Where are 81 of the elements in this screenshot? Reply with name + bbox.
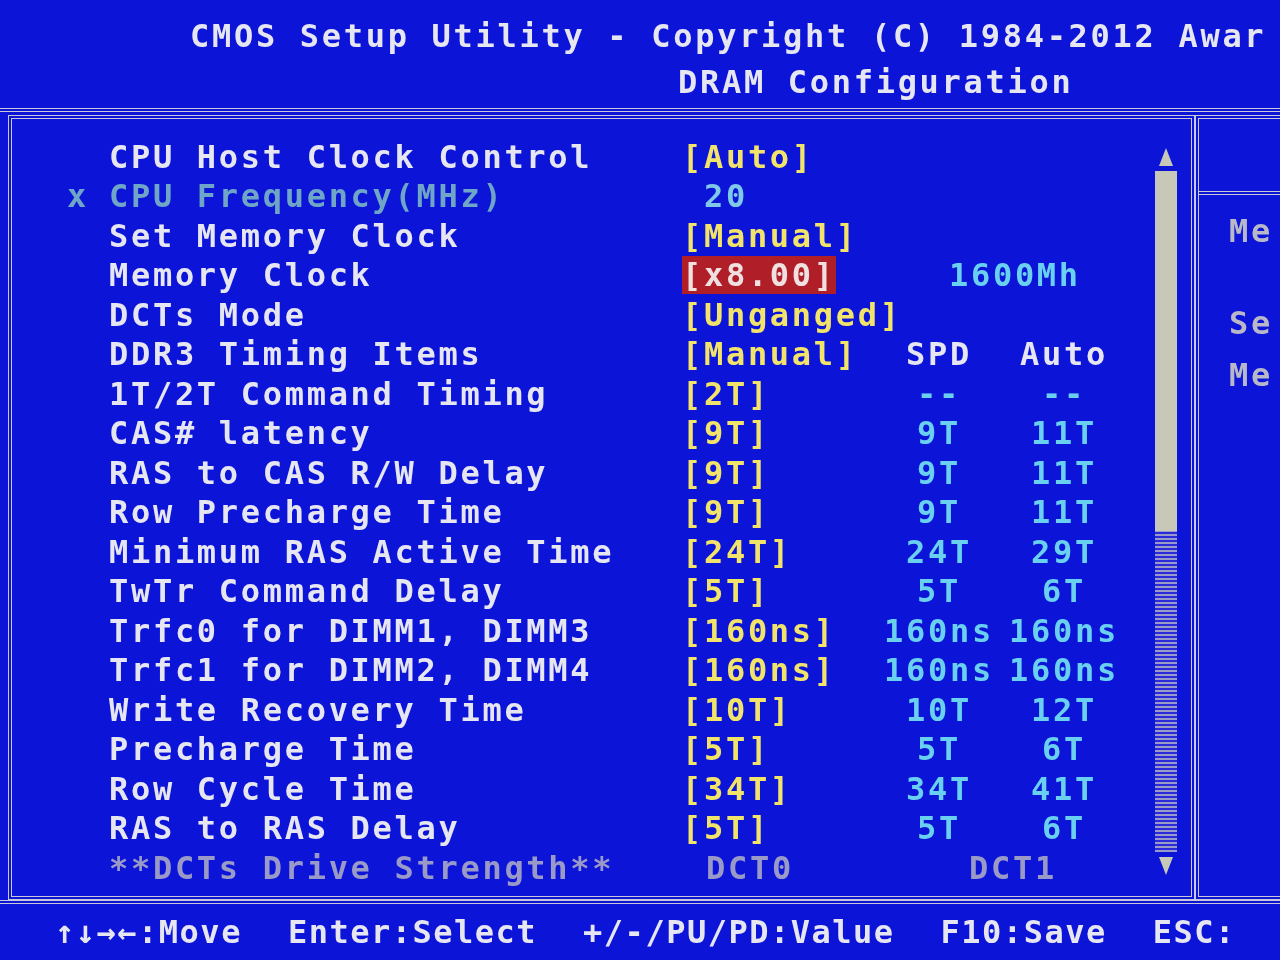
auto-value: 11T	[1031, 453, 1097, 492]
help-text: Me	[1229, 212, 1273, 250]
scrollbar-track[interactable]	[1155, 171, 1177, 852]
spd-value: 160ns	[884, 611, 994, 650]
locked-marker: x	[67, 180, 89, 213]
auto-value: 11T	[1031, 493, 1097, 532]
setting-value[interactable]: [9T]	[682, 453, 770, 492]
setting-value[interactable]: [9T]	[682, 493, 770, 532]
setting-value[interactable]: [5T]	[682, 572, 770, 611]
setting-value[interactable]: [Auto]	[682, 137, 814, 176]
setting-value[interactable]: 20	[704, 177, 748, 216]
setting-label: Memory Clock	[109, 256, 373, 295]
auto-value: 6T	[1042, 572, 1086, 611]
spd-value: 9T	[917, 493, 961, 532]
help-text: Me	[1229, 356, 1273, 394]
setting-value[interactable]: [24T]	[682, 532, 792, 571]
spd-value: 10T	[906, 690, 972, 729]
setting-value[interactable]: [160ns]	[682, 611, 836, 650]
setting-value[interactable]: [x8.00]	[682, 256, 836, 295]
setting-label: RAS to CAS R/W Delay	[109, 453, 549, 492]
setting-value[interactable]: DCT0	[706, 848, 794, 887]
scroll-up-icon[interactable]	[1157, 147, 1175, 167]
setting-label: Trfc1 for DIMM2, DIMM4	[109, 651, 593, 690]
setting-label: Write Recovery Time	[109, 690, 527, 729]
key-hint: ↑↓→←:Move	[55, 916, 242, 948]
spd-value: 9T	[917, 414, 961, 453]
setting-label: CAS# latency	[109, 414, 373, 453]
setting-label: 1T/2T Command Timing	[109, 374, 549, 413]
key-hint: +/-/PU/PD:Value	[583, 916, 895, 948]
auto-value: 29T	[1031, 532, 1097, 571]
setting-label: DDR3 Timing Items	[109, 335, 483, 374]
memory-frequency: 1600Mh	[949, 256, 1081, 295]
scrollbar-thumb[interactable]	[1155, 171, 1177, 531]
key-hint: F10:Save	[940, 916, 1107, 948]
setting-label: **DCTs Drive Strength**	[109, 848, 615, 887]
setting-value[interactable]: [10T]	[682, 690, 792, 729]
setting-value[interactable]: [5T]	[682, 809, 770, 848]
setting-label: Precharge Time	[109, 730, 417, 769]
spd-value: 5T	[917, 730, 961, 769]
setting-label: CPU Host Clock Control	[109, 137, 593, 176]
spd-value: 160ns	[884, 651, 994, 690]
spd-value: SPD	[906, 335, 972, 374]
setting-value[interactable]: [5T]	[682, 730, 770, 769]
auto-value: 6T	[1042, 809, 1086, 848]
key-hint: ESC:	[1152, 916, 1236, 948]
spd-value: 5T	[917, 572, 961, 611]
auto-value: --	[1042, 374, 1086, 413]
auto-value: 11T	[1031, 414, 1097, 453]
auto-value: 160ns	[1009, 611, 1119, 650]
setting-label: CPU Frequency(MHz)	[109, 177, 505, 216]
auto-value: 6T	[1042, 730, 1086, 769]
setting-value[interactable]: [34T]	[682, 769, 792, 808]
spd-value: 34T	[906, 769, 972, 808]
auto-value: 41T	[1031, 769, 1097, 808]
column-heading: DCT1	[969, 848, 1057, 887]
spd-value: --	[917, 374, 961, 413]
setting-label: Row Cycle Time	[109, 769, 417, 808]
page-title: DRAM Configuration	[678, 63, 1074, 101]
spd-value: 24T	[906, 532, 972, 571]
key-hint: Enter:Select	[287, 916, 538, 948]
utility-title: CMOS Setup Utility - Copyright (C) 1984-2012 Awar	[190, 17, 1267, 55]
setting-label: Set Memory Clock	[109, 216, 461, 255]
setting-label: RAS to RAS Delay	[109, 809, 461, 848]
auto-value: Auto	[1020, 335, 1108, 374]
setting-label: DCTs Mode	[109, 295, 307, 334]
scroll-down-icon[interactable]	[1157, 856, 1175, 876]
setting-value[interactable]: [2T]	[682, 374, 770, 413]
setting-value[interactable]: [Manual]	[682, 335, 858, 374]
auto-value: 12T	[1031, 690, 1097, 729]
spd-value: 9T	[917, 453, 961, 492]
setting-label: TwTr Command Delay	[109, 572, 505, 611]
setting-value[interactable]: [Unganged]	[682, 295, 902, 334]
setting-value[interactable]: [160ns]	[682, 651, 836, 690]
setting-label: Minimum RAS Active Time	[109, 532, 615, 571]
spd-value: 5T	[917, 809, 961, 848]
auto-value: 160ns	[1009, 651, 1119, 690]
setting-label: Trfc0 for DIMM1, DIMM3	[109, 611, 593, 650]
setting-label: Row Precharge Time	[109, 493, 505, 532]
help-text: Se	[1229, 304, 1273, 342]
setting-value[interactable]: [9T]	[682, 414, 770, 453]
setting-value[interactable]: [Manual]	[682, 216, 858, 255]
